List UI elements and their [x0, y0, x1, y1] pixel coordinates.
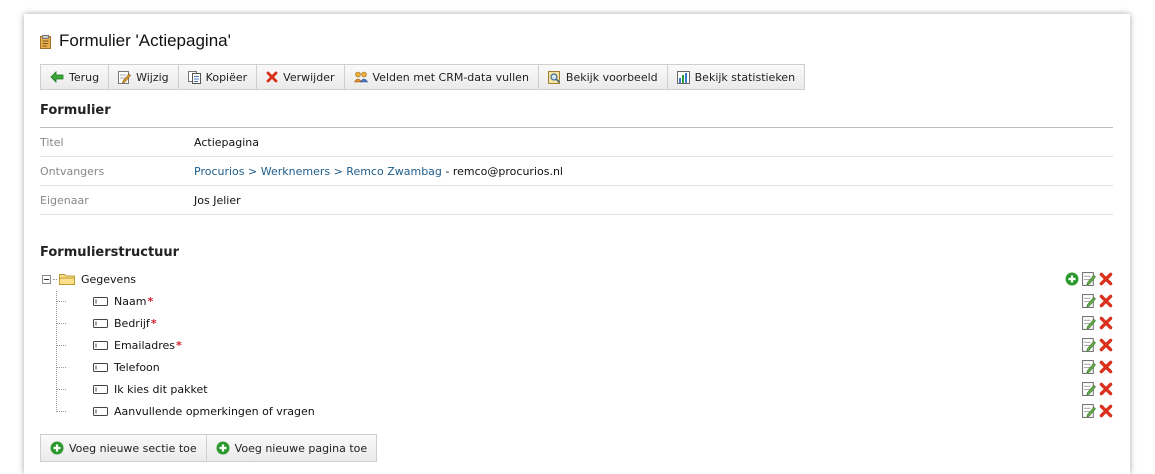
- edit-icon[interactable]: [1082, 338, 1096, 352]
- delete-icon[interactable]: [1099, 294, 1113, 308]
- add-page-button-label: Voeg nieuwe pagina toe: [234, 441, 368, 455]
- add-icon: [216, 441, 230, 455]
- form-detail-panel: Formulier 'Actiepagina' Terug Wijzig Kop…: [24, 14, 1130, 474]
- action-toolbar: Terug Wijzig Kopiëer Verwijder Velden me…: [40, 64, 806, 90]
- property-row-title: Titel Actiepagina: [40, 128, 1113, 156]
- field-actions: [1082, 338, 1113, 352]
- section-actions: [1065, 272, 1113, 286]
- users-icon: [353, 71, 368, 83]
- tree-connector: [53, 278, 57, 280]
- page-header: Formulier 'Actiepagina': [40, 30, 231, 52]
- back-arrow-icon: [50, 71, 64, 83]
- field-actions: [1082, 316, 1113, 330]
- property-row-recipients: Ontvangers Procurios > Werknemers > Remc…: [40, 157, 1113, 185]
- tree-field-row: Ik kies dit pakket: [38, 378, 1113, 400]
- folder-icon: [59, 274, 75, 285]
- fill-crm-data-button[interactable]: Velden met CRM-data vullen: [345, 65, 539, 89]
- structure-section-heading: Formulierstructuur: [40, 245, 180, 260]
- add-icon[interactable]: [1065, 272, 1079, 286]
- statistics-button-label: Bekijk statistieken: [694, 70, 796, 84]
- property-value: Actiepagina: [194, 135, 259, 149]
- delete-button[interactable]: Verwijder: [257, 65, 345, 89]
- required-marker: *: [150, 316, 157, 330]
- form-structure-tree: Gegevens Naam * Bedrijf * Emailadres * T…: [38, 268, 1113, 422]
- textfield-icon: [93, 340, 108, 350]
- property-value: Procurios > Werknemers > Remco Zwambag -…: [194, 165, 563, 178]
- tree-section-label[interactable]: Gegevens: [81, 273, 136, 286]
- delete-icon[interactable]: [1099, 360, 1113, 374]
- tree-section-gegevens: Gegevens: [38, 268, 1113, 290]
- add-page-button[interactable]: Voeg nieuwe pagina toe: [207, 435, 376, 461]
- field-actions: [1082, 382, 1113, 396]
- edit-icon[interactable]: [1082, 360, 1096, 374]
- field-label[interactable]: Emailadres: [114, 339, 175, 352]
- edit-icon[interactable]: [1082, 272, 1096, 286]
- fill-crm-data-button-label: Velden met CRM-data vullen: [372, 70, 529, 84]
- tree-field-row: Emailadres *: [38, 334, 1113, 356]
- edit-icon[interactable]: [1082, 404, 1096, 418]
- stats-icon: [676, 70, 690, 84]
- delete-icon[interactable]: [1099, 382, 1113, 396]
- field-actions: [1082, 294, 1113, 308]
- field-label[interactable]: Naam: [114, 295, 146, 308]
- add-section-button[interactable]: Voeg nieuwe sectie toe: [41, 435, 207, 461]
- property-value: Jos Jelier: [194, 193, 241, 207]
- property-label: Eigenaar: [40, 193, 89, 207]
- delete-icon: [266, 71, 278, 83]
- field-actions: [1082, 360, 1113, 374]
- preview-button[interactable]: Bekijk voorbeeld: [539, 65, 668, 89]
- form-icon: [40, 35, 51, 49]
- page-title: Formulier 'Actiepagina': [59, 31, 231, 50]
- field-actions: [1082, 404, 1113, 418]
- delete-icon[interactable]: [1099, 316, 1113, 330]
- collapse-icon[interactable]: [42, 274, 51, 284]
- copy-button-label: Kopiëer: [205, 70, 248, 84]
- textfield-icon: [93, 296, 108, 306]
- row-divider: [40, 214, 1113, 215]
- recipient-email: - remco@procurios.nl: [441, 164, 563, 178]
- property-row-owner: Eigenaar Jos Jelier: [40, 186, 1113, 214]
- form-section-heading: Formulier: [40, 103, 111, 118]
- edit-icon: [118, 70, 132, 84]
- add-icon: [50, 441, 64, 455]
- preview-icon: [547, 70, 560, 84]
- edit-icon[interactable]: [1082, 294, 1096, 308]
- tree-field-row: Aanvullende opmerkingen of vragen: [38, 400, 1113, 422]
- tree-field-row: Naam *: [38, 290, 1113, 312]
- structure-toolbar: Voeg nieuwe sectie toe Voeg nieuwe pagin…: [40, 434, 378, 462]
- tree-field-row: Telefoon: [38, 356, 1113, 378]
- tree-field-row: Bedrijf *: [38, 312, 1113, 334]
- copy-icon: [187, 70, 201, 84]
- field-label[interactable]: Telefoon: [114, 361, 160, 374]
- delete-icon[interactable]: [1099, 272, 1113, 286]
- property-label: Titel: [40, 135, 64, 149]
- edit-icon[interactable]: [1082, 382, 1096, 396]
- edit-icon[interactable]: [1082, 316, 1096, 330]
- statistics-button[interactable]: Bekijk statistieken: [668, 65, 804, 89]
- field-label[interactable]: Bedrijf: [114, 317, 150, 330]
- required-marker: *: [147, 294, 154, 308]
- textfield-icon: [93, 406, 108, 416]
- copy-button[interactable]: Kopiëer: [179, 65, 258, 89]
- field-label[interactable]: Aanvullende opmerkingen of vragen: [114, 405, 315, 418]
- property-label: Ontvangers: [40, 164, 105, 178]
- textfield-icon: [93, 318, 108, 328]
- back-button[interactable]: Terug: [41, 65, 110, 89]
- textfield-icon: [93, 362, 108, 372]
- field-label[interactable]: Ik kies dit pakket: [114, 383, 208, 396]
- required-marker: *: [176, 338, 182, 352]
- back-button-label: Terug: [69, 70, 100, 84]
- preview-button-label: Bekijk voorbeeld: [565, 70, 658, 84]
- delete-icon[interactable]: [1099, 404, 1113, 418]
- edit-button[interactable]: Wijzig: [109, 65, 179, 89]
- edit-button-label: Wijzig: [136, 70, 169, 84]
- add-section-button-label: Voeg nieuwe sectie toe: [69, 441, 197, 455]
- textfield-icon: [93, 384, 108, 394]
- delete-icon[interactable]: [1099, 338, 1113, 352]
- recipient-link[interactable]: Procurios > Werknemers > Remco Zwambag: [194, 165, 442, 178]
- delete-button-label: Verwijder: [283, 70, 335, 84]
